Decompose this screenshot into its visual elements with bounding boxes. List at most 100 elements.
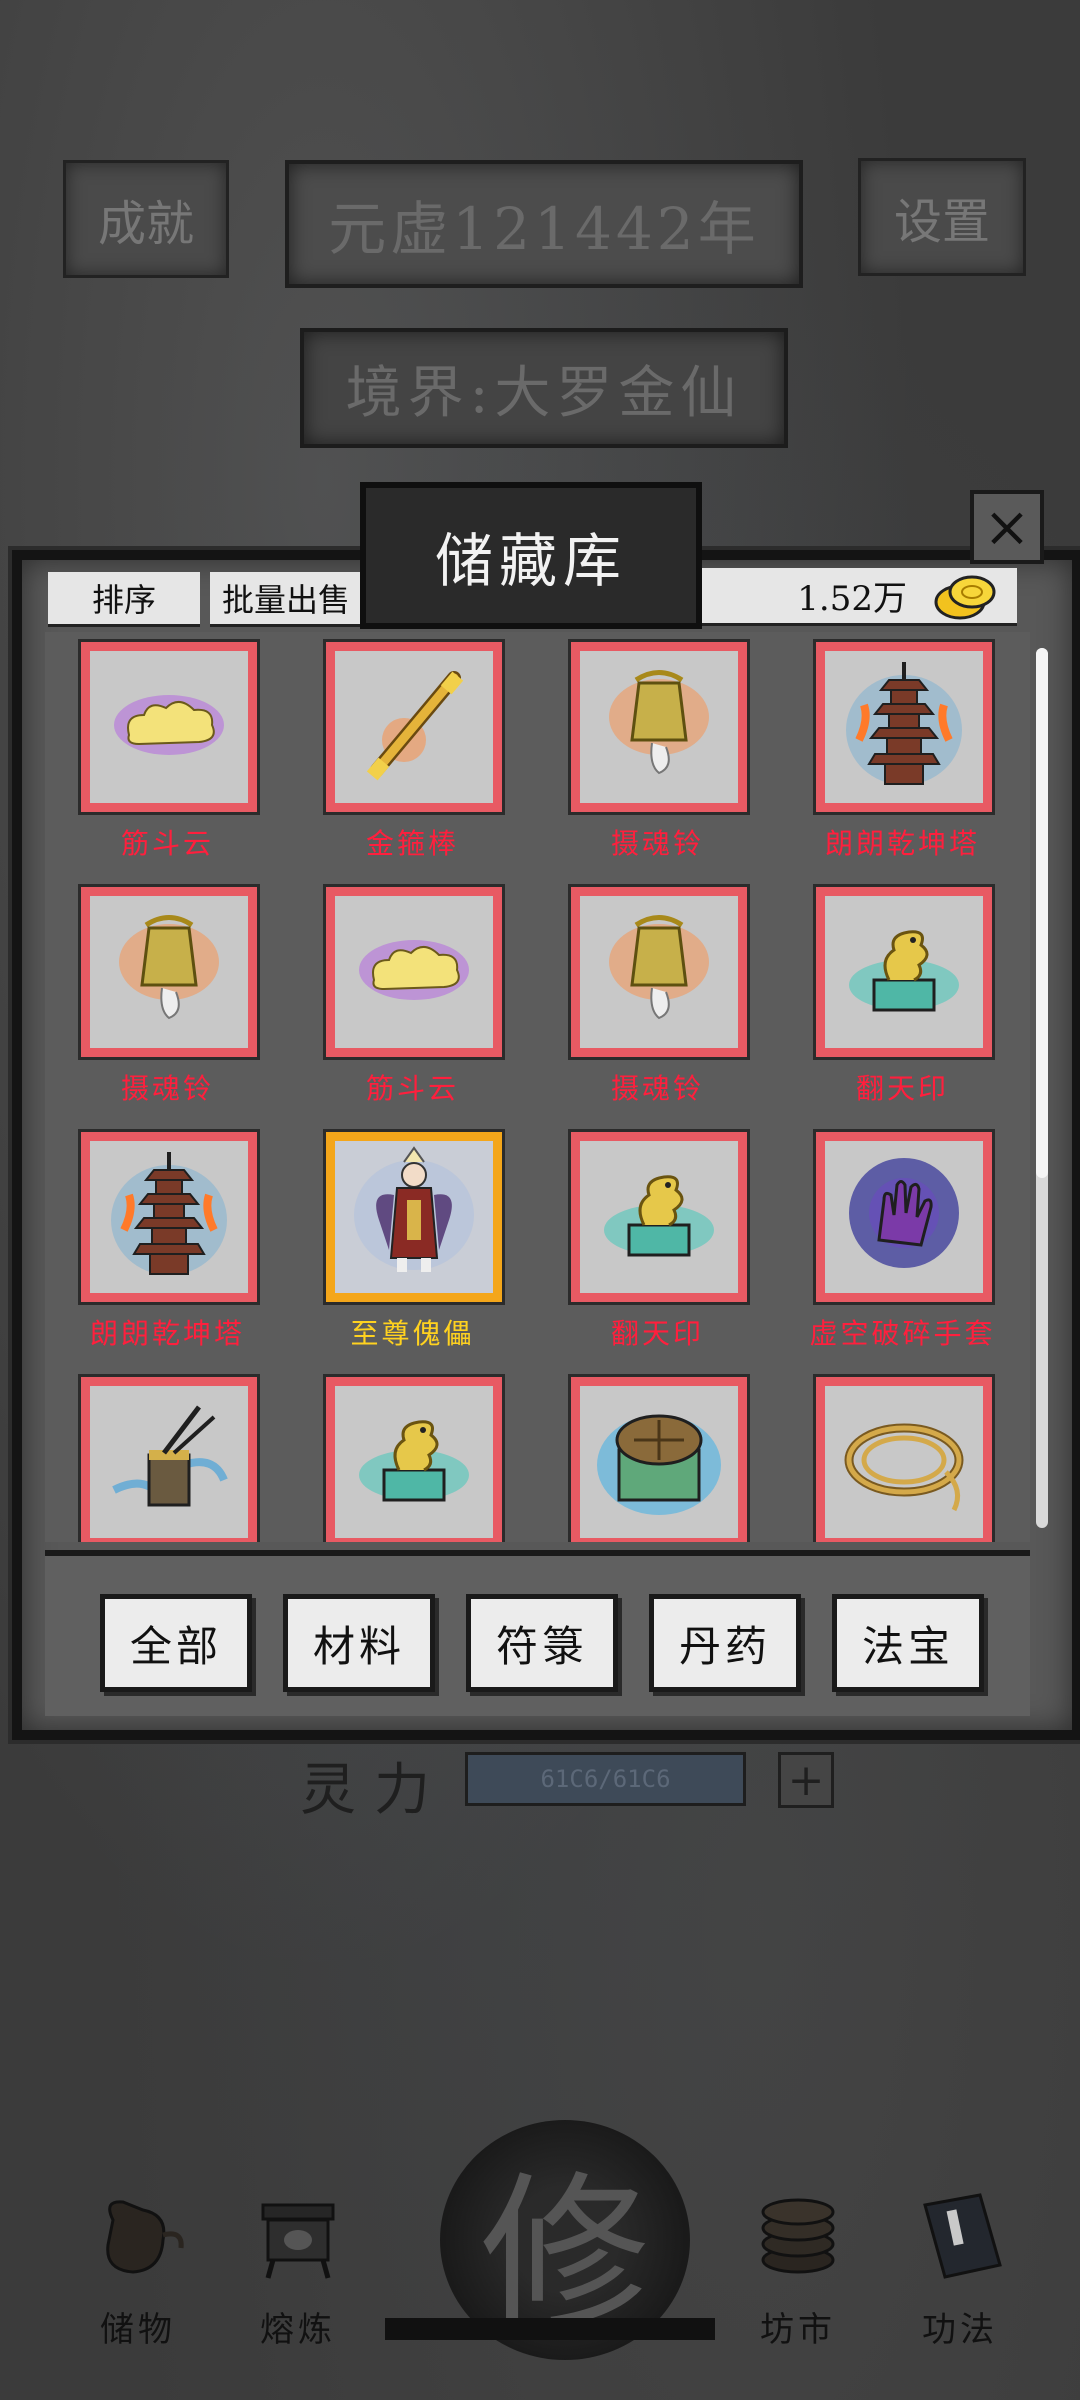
nav-label: 坊市 [760, 2310, 836, 2350]
coins-icon [743, 2180, 853, 2290]
item-name: 朗朗乾坤塔 [824, 827, 980, 860]
item-name: 筋斗云 [120, 827, 214, 860]
item-card[interactable] [81, 1377, 257, 1542]
sort-button[interactable]: 排序 [48, 572, 200, 627]
dialog-title: 储藏库 [360, 482, 702, 629]
item-card[interactable] [326, 887, 502, 1057]
close-icon: × [983, 494, 1031, 560]
nav-storage[interactable]: 储物 [68, 2180, 208, 2350]
dialog-title-text: 储藏库 [434, 526, 627, 595]
spirit-plus-button[interactable]: + [778, 1752, 834, 1808]
item-card[interactable] [571, 1377, 747, 1542]
dragon-seal-icon [839, 910, 969, 1034]
gold-coin-icon [930, 566, 1000, 630]
item-name: 筋斗云 [365, 1072, 459, 1105]
bulk-sell-label: 批量出售 [221, 581, 350, 619]
soul-bell-icon [594, 900, 724, 1044]
nav-market[interactable]: 坊市 [728, 2180, 868, 2350]
item-slot[interactable]: 翻天印 [535, 1132, 780, 1350]
item-slot[interactable] [780, 1377, 1025, 1542]
bag-icon [83, 2180, 193, 2290]
item-slot[interactable]: 筋斗云 [45, 642, 290, 860]
item-slot[interactable] [535, 1377, 780, 1542]
filter-materials-button[interactable]: 材料 [283, 1594, 435, 1692]
nav-smelt[interactable]: 熔炼 [228, 2180, 368, 2350]
item-slot[interactable]: 筋斗云 [290, 887, 535, 1105]
item-slot[interactable]: 摄魂铃 [535, 642, 780, 860]
settings-button[interactable]: 设置 [858, 158, 1026, 276]
item-card[interactable] [326, 1377, 502, 1542]
item-slot[interactable]: 摄魂铃 [45, 887, 290, 1105]
item-card[interactable] [816, 1377, 992, 1542]
item-card[interactable] [816, 1132, 992, 1302]
spirit-value: 61C6/61C6 [540, 1765, 671, 1793]
item-card[interactable] [326, 1132, 502, 1302]
filter-label: 材料 [312, 1621, 405, 1671]
bulk-sell-button[interactable]: 批量出售 [210, 572, 362, 627]
close-button[interactable]: × [970, 490, 1044, 564]
spirit-label: 灵力 [300, 1758, 448, 1823]
rope-icon [834, 1400, 974, 1524]
filter-label: 法宝 [861, 1621, 954, 1671]
item-slot[interactable] [290, 1377, 535, 1542]
item-name: 摄魂铃 [610, 1072, 704, 1105]
scrollbar[interactable] [1036, 648, 1048, 1528]
item-name: 翻天印 [610, 1317, 704, 1350]
nav-label: 熔炼 [260, 2310, 336, 2350]
item-card[interactable] [571, 1132, 747, 1302]
item-name: 翻天印 [855, 1072, 949, 1105]
item-card[interactable] [571, 642, 747, 812]
scroll-thumb[interactable] [1036, 648, 1048, 1178]
book-icon [905, 2180, 1015, 2290]
item-card[interactable] [81, 642, 257, 812]
filter-bar: 全部 材料 符箓 丹药 法宝 [45, 1550, 1030, 1716]
currency-amount: 1.52万 [797, 579, 907, 619]
nav-label: 功法 [922, 2310, 998, 2350]
filter-artifacts-button[interactable]: 法宝 [832, 1594, 984, 1692]
item-card[interactable] [816, 887, 992, 1057]
item-slot[interactable]: 摄魂铃 [535, 887, 780, 1105]
filter-talismans-button[interactable]: 符箓 [466, 1594, 618, 1692]
nav-label: 储物 [100, 2310, 176, 2350]
dragon-seal-icon [594, 1155, 724, 1279]
dragon-seal-icon [349, 1400, 479, 1524]
year-banner: 元虚121442年 [285, 160, 803, 288]
item-slot[interactable]: 虚空破碎手套 [780, 1132, 1025, 1350]
item-name: 摄魂铃 [610, 827, 704, 860]
realm-banner: 境界:大罗金仙 [300, 328, 788, 448]
pagoda-icon [839, 650, 969, 804]
spirit-bar: 61C6/61C6 [465, 1752, 746, 1806]
filter-pills-button[interactable]: 丹药 [649, 1594, 801, 1692]
realm-text: 境界:大罗金仙 [345, 360, 743, 426]
item-card[interactable] [81, 1132, 257, 1302]
item-card[interactable] [816, 642, 992, 812]
soul-bell-icon [104, 900, 234, 1044]
filter-label: 符箓 [495, 1621, 588, 1671]
furnace-icon [243, 2180, 353, 2290]
pagoda-icon [104, 1140, 234, 1294]
item-slot[interactable]: 至尊傀儡 [290, 1132, 535, 1350]
soul-bell-icon [594, 655, 724, 799]
item-card[interactable] [81, 887, 257, 1057]
cloud-icon [104, 670, 234, 784]
golden-staff-icon [349, 660, 479, 794]
turtle-chest-icon [589, 1395, 729, 1529]
year-text: 元虚121442年 [328, 195, 760, 263]
item-slot[interactable]: 朗朗乾坤塔 [45, 1132, 290, 1350]
item-grid: 筋斗云 金箍棒 摄魂铃 朗朗乾坤塔 摄魂铃 筋斗云 摄魂铃 翻天印 朗朗乾坤塔 至尊傀儡 翻天印 虚空… [45, 632, 1030, 1542]
item-slot[interactable] [45, 1377, 290, 1542]
item-card[interactable] [326, 642, 502, 812]
item-name: 金箍棒 [365, 827, 459, 860]
item-slot[interactable]: 朗朗乾坤塔 [780, 642, 1025, 860]
item-slot[interactable]: 翻天印 [780, 887, 1025, 1105]
achievement-button[interactable]: 成就 [63, 160, 229, 278]
void-glove-icon [839, 1145, 969, 1289]
filter-all-button[interactable]: 全部 [100, 1594, 252, 1692]
filter-label: 丹药 [678, 1621, 771, 1671]
item-name: 摄魂铃 [120, 1072, 214, 1105]
item-card[interactable] [571, 887, 747, 1057]
achievement-label: 成就 [97, 196, 194, 252]
puppet-icon [349, 1140, 479, 1294]
nav-skills[interactable]: 功法 [890, 2180, 1030, 2350]
item-slot[interactable]: 金箍棒 [290, 642, 535, 860]
